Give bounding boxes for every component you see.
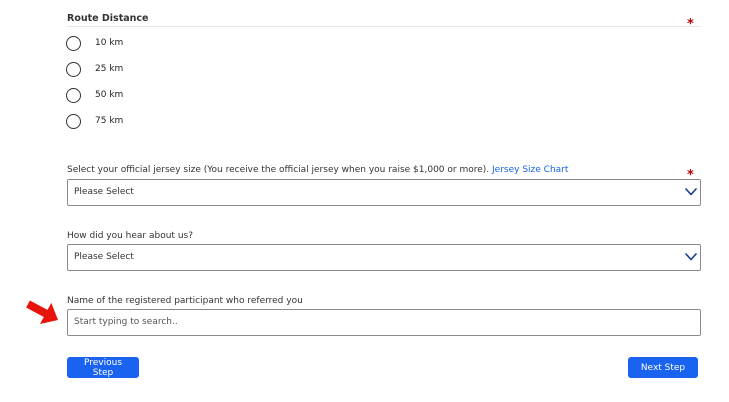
radio-label: 50 km bbox=[95, 90, 124, 100]
next-step-button[interactable]: Next Step bbox=[628, 357, 698, 378]
radio-option-25km[interactable]: 25 km bbox=[66, 60, 123, 78]
radio-option-10km[interactable]: 10 km bbox=[66, 34, 123, 52]
radio-button[interactable] bbox=[66, 61, 81, 77]
radio-option-75km[interactable]: 75 km bbox=[66, 112, 123, 130]
jersey-size-chart-link[interactable]: Jersey Size Chart bbox=[492, 165, 568, 175]
referrer-search-input[interactable] bbox=[74, 317, 674, 327]
jersey-size-value: Please Select bbox=[74, 187, 134, 197]
hear-about-label: How did you hear about us? bbox=[67, 231, 193, 241]
referrer-search-field[interactable] bbox=[67, 309, 701, 336]
radio-label: 25 km bbox=[95, 64, 124, 74]
chevron-down-icon bbox=[685, 253, 697, 261]
radio-button[interactable] bbox=[66, 87, 81, 103]
hear-about-select[interactable]: Please Select bbox=[67, 244, 701, 271]
red-arrow-icon bbox=[26, 300, 59, 325]
referrer-label: Name of the registered participant who r… bbox=[67, 296, 303, 306]
radio-button[interactable] bbox=[66, 113, 81, 129]
route-required-mark: * bbox=[687, 17, 694, 32]
previous-step-button[interactable]: Previous Step bbox=[67, 357, 139, 378]
radio-button[interactable] bbox=[66, 35, 81, 51]
title-divider bbox=[67, 26, 700, 27]
jersey-size-label: Select your official jersey size (You re… bbox=[67, 165, 568, 175]
jersey-size-label-text: Select your official jersey size (You re… bbox=[67, 165, 490, 175]
jersey-size-select[interactable]: Please Select bbox=[67, 179, 701, 206]
radio-label: 75 km bbox=[95, 116, 124, 126]
route-distance-title: Route Distance bbox=[67, 13, 149, 24]
radio-option-50km[interactable]: 50 km bbox=[66, 86, 123, 104]
chevron-down-icon bbox=[685, 188, 697, 196]
hear-about-value: Please Select bbox=[74, 252, 134, 262]
radio-label: 10 km bbox=[95, 38, 124, 48]
